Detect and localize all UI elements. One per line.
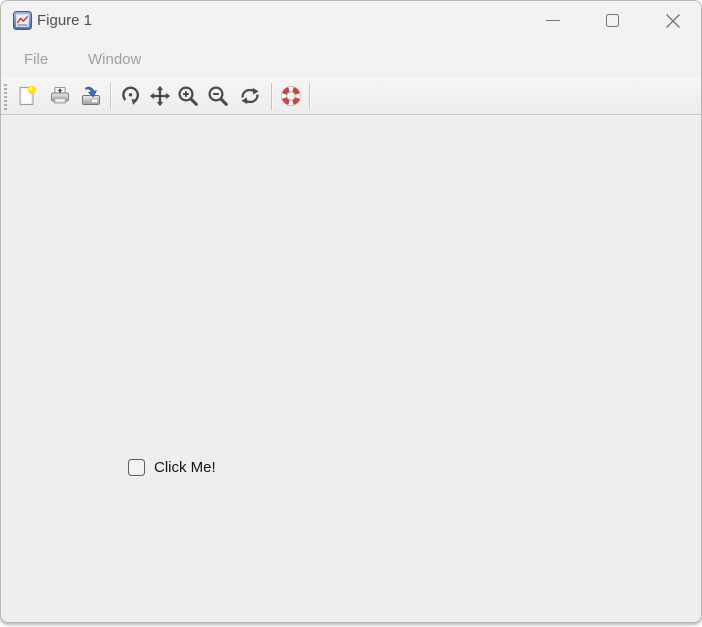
menubar: File Window	[1, 41, 701, 79]
zoom-in-button[interactable]	[175, 83, 201, 109]
checkbox-box[interactable]	[128, 459, 145, 476]
figure-window: Figure 1 File Window	[0, 0, 702, 623]
window-title: Figure 1	[37, 1, 92, 41]
rotate-3d-button[interactable]	[118, 83, 144, 109]
click-me-checkbox[interactable]: Click Me!	[128, 459, 216, 476]
minimize-icon	[546, 20, 560, 21]
menu-window[interactable]: Window	[86, 41, 143, 78]
print-button[interactable]	[47, 83, 73, 109]
titlebar[interactable]: Figure 1	[1, 1, 701, 41]
pan-button[interactable]	[147, 83, 173, 109]
refresh-button[interactable]	[237, 83, 263, 109]
menu-file[interactable]: File	[22, 41, 50, 78]
help-button[interactable]	[278, 83, 304, 109]
toolbar	[1, 79, 701, 115]
close-button[interactable]	[643, 1, 702, 41]
figure-canvas: Click Me!	[1, 115, 701, 622]
toolbar-grip-handle[interactable]	[4, 84, 7, 110]
toolbar-separator	[309, 83, 311, 110]
save-button[interactable]	[78, 83, 104, 109]
figure-plot-icon	[13, 11, 32, 30]
toolbar-separator	[271, 83, 273, 110]
maximize-button[interactable]	[583, 1, 643, 41]
checkbox-label: Click Me!	[154, 459, 216, 476]
new-figure-button[interactable]	[14, 83, 40, 109]
zoom-out-button[interactable]	[205, 83, 231, 109]
toolbar-separator	[110, 83, 112, 110]
maximize-icon	[606, 14, 619, 27]
minimize-button[interactable]	[523, 1, 583, 41]
close-icon	[665, 13, 681, 34]
